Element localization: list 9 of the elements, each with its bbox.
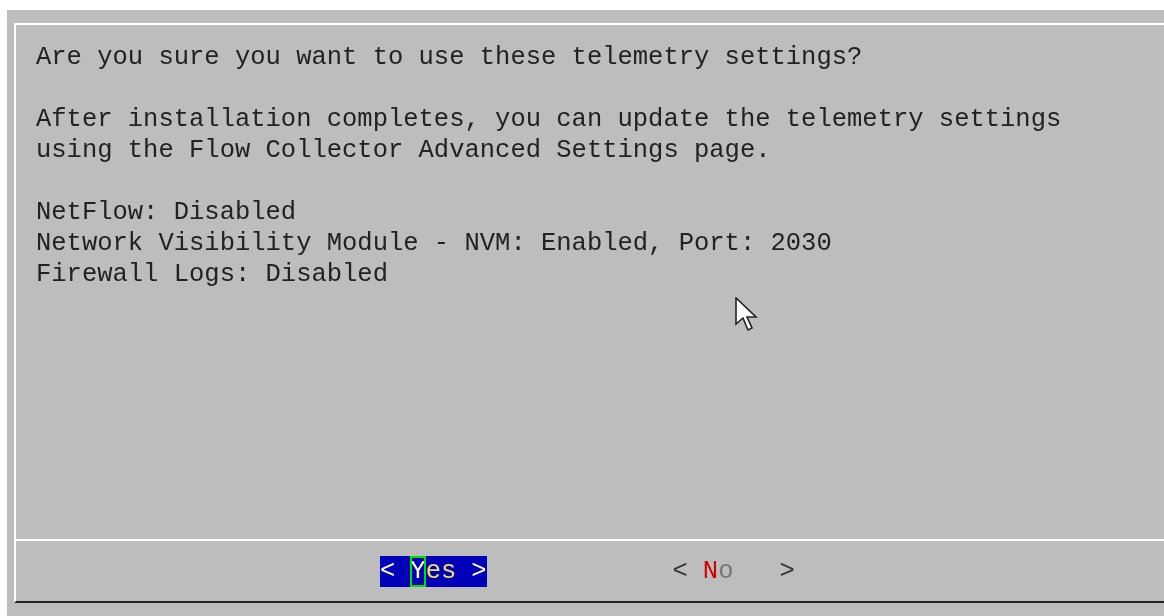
dialog-button[interactable]: < Yes >: [380, 555, 487, 587]
dialog-text: Network Visibility Module - NVM: Enabled, Port: 2030: [36, 229, 832, 258]
dialog-button[interactable]: < No >: [672, 555, 795, 587]
mouse-pointer-icon: [735, 297, 759, 333]
dialog-text: Firewall Logs: Disabled: [36, 260, 388, 289]
dialog-text: using the Flow Collector Advanced Settings page.: [36, 136, 771, 165]
dialog-text: After installation completes, you can update the telemetry settings: [36, 105, 1062, 134]
dialog-text: Are you sure you want to use these telemetry settings?: [36, 43, 863, 72]
dialog-text: NetFlow: Disabled: [36, 198, 297, 227]
